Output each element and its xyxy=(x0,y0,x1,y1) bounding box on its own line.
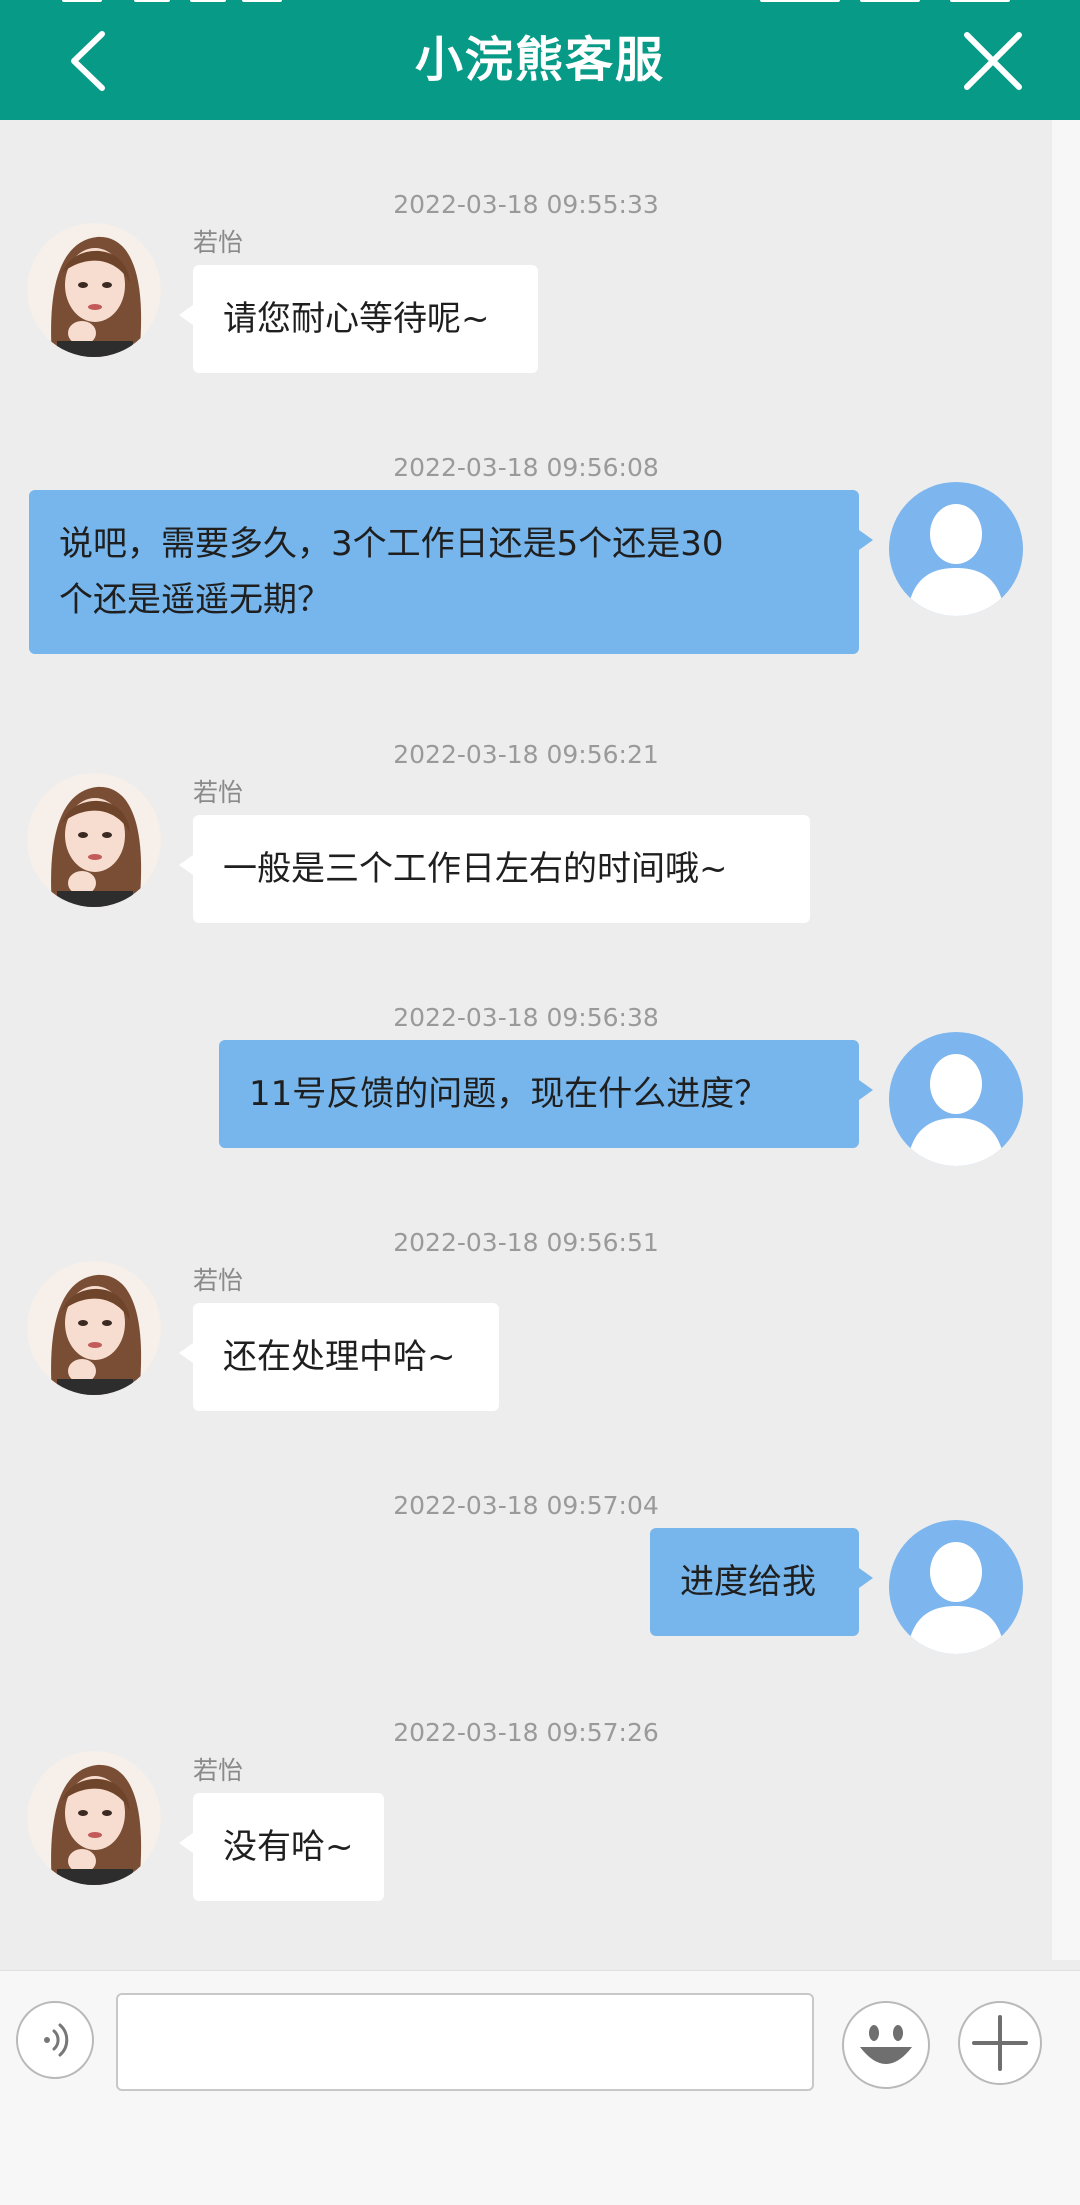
page-title: 小浣熊客服 xyxy=(414,32,665,88)
incoming-message-bubble[interactable]: 请您耐心等待呢~ xyxy=(179,265,538,373)
message-text-line: 还在处理中哈~ xyxy=(223,1337,456,1377)
message-text-line: 说吧，需要多久，3个工作日还是5个还是30 xyxy=(59,524,724,564)
close-icon xyxy=(964,32,1022,90)
scrollbar[interactable] xyxy=(1052,120,1080,1960)
message-timestamp: 2022-03-18 09:55:33 xyxy=(393,190,659,219)
status-icons-right xyxy=(720,0,1020,12)
sender-name: 若怡 xyxy=(193,228,244,257)
message-text-line: 没有哈~ xyxy=(223,1827,354,1867)
plus-icon xyxy=(972,2015,1028,2071)
outgoing-message-bubble[interactable]: 说吧，需要多久，3个工作日还是5个还是30 个还是遥遥无期？ xyxy=(29,490,873,654)
message-timestamp: 2022-03-18 09:56:51 xyxy=(393,1228,659,1257)
message-timestamp: 2022-03-18 09:57:26 xyxy=(393,1718,659,1747)
app-header: 小浣熊客服 xyxy=(0,0,1080,120)
message-text-line: 个还是遥遥无期？ xyxy=(59,580,331,620)
message-timestamp: 2022-03-18 09:56:21 xyxy=(393,740,659,769)
sender-name: 若怡 xyxy=(193,1266,244,1295)
status-bar xyxy=(0,0,1080,12)
user-avatar[interactable] xyxy=(889,482,1023,616)
emoji-button[interactable] xyxy=(842,2001,930,2089)
user-avatar[interactable] xyxy=(889,1520,1023,1654)
message-timestamp: 2022-03-18 09:57:04 xyxy=(393,1491,659,1520)
message-text-line: 请您耐心等待呢~ xyxy=(223,299,490,339)
message-timestamp: 2022-03-18 09:56:38 xyxy=(393,1003,659,1032)
voice-icon xyxy=(44,2023,69,2057)
emoji-icon xyxy=(860,2025,912,2064)
incoming-message-bubble[interactable]: 一般是三个工作日左右的时间哦~ xyxy=(179,815,810,923)
message-timestamp: 2022-03-18 09:56:08 xyxy=(393,453,659,482)
agent-avatar[interactable] xyxy=(27,1751,161,1885)
user-avatar[interactable] xyxy=(889,1032,1023,1166)
voice-button[interactable] xyxy=(16,2001,94,2079)
agent-avatar[interactable] xyxy=(27,773,161,907)
message-text-line: 一般是三个工作日左右的时间哦~ xyxy=(223,849,728,889)
agent-avatar[interactable] xyxy=(27,223,161,357)
outgoing-message-bubble[interactable]: 11号反馈的问题，现在什么进度？ xyxy=(219,1040,873,1148)
outgoing-message-bubble[interactable]: 进度给我 xyxy=(650,1528,873,1636)
chat-messages[interactable]: 2022-03-18 09:55:33 若怡 请您耐心等待呢~ 2022-03-18… xyxy=(0,120,1052,1970)
message-input[interactable] xyxy=(116,1993,814,2091)
status-icons-left xyxy=(62,0,312,12)
message-text-line: 11号反馈的问题，现在什么进度？ xyxy=(249,1074,769,1114)
sender-name: 若怡 xyxy=(193,1756,244,1785)
input-bar xyxy=(0,1970,1080,2205)
incoming-message-bubble[interactable]: 没有哈~ xyxy=(179,1793,384,1901)
agent-avatar[interactable] xyxy=(27,1261,161,1395)
sender-name: 若怡 xyxy=(193,778,244,807)
plus-button[interactable] xyxy=(958,2001,1042,2085)
close-button[interactable] xyxy=(962,30,1024,92)
message-text-line: 进度给我 xyxy=(680,1562,816,1602)
incoming-message-bubble[interactable]: 还在处理中哈~ xyxy=(179,1303,499,1411)
